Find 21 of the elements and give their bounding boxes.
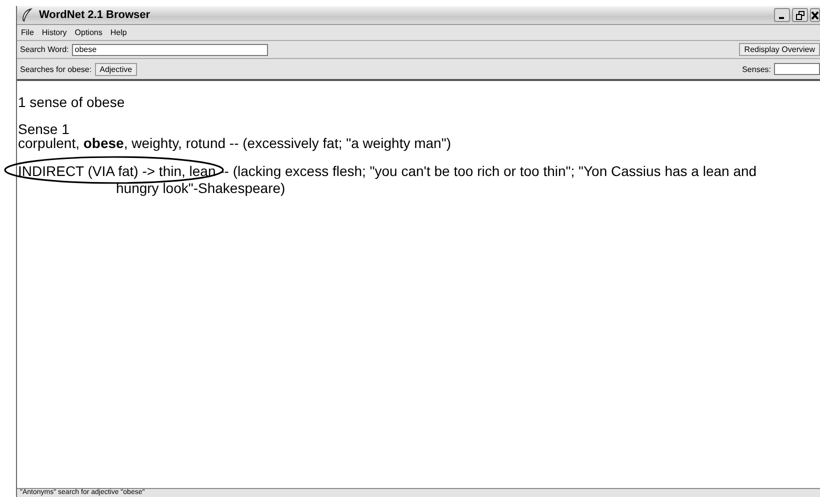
close-icon	[811, 10, 819, 20]
pos-button[interactable]: Adjective	[94, 62, 138, 76]
close-button[interactable]	[810, 8, 820, 22]
feather-icon	[21, 8, 33, 22]
restore-icon	[796, 10, 804, 20]
minimize-button[interactable]	[774, 8, 790, 22]
menu-item[interactable]: File	[21, 28, 34, 37]
menu-item[interactable]: History	[42, 28, 67, 37]
redisplay-button[interactable]: Redisplay Overview	[739, 43, 820, 56]
restore-button[interactable]	[792, 8, 808, 22]
synonyms-text: corpulent, obese, weighty, rotund -- (excessively fat; "a weighty man")	[18, 136, 452, 150]
senses-field[interactable]	[774, 63, 820, 75]
search-field[interactable]: obese	[72, 44, 268, 56]
menu-item[interactable]: Options	[74, 28, 102, 37]
window-title: WordNet 2.1 Browser	[39, 9, 150, 21]
sense-label: Sense 1	[18, 122, 70, 136]
results-heading: 1 sense of obese	[18, 95, 126, 109]
search-label: Search Word:	[20, 45, 69, 54]
menu-item[interactable]: Help	[110, 28, 127, 37]
senses-label: Senses:	[742, 64, 771, 74]
searches-label: Searches for obese:	[20, 64, 92, 74]
